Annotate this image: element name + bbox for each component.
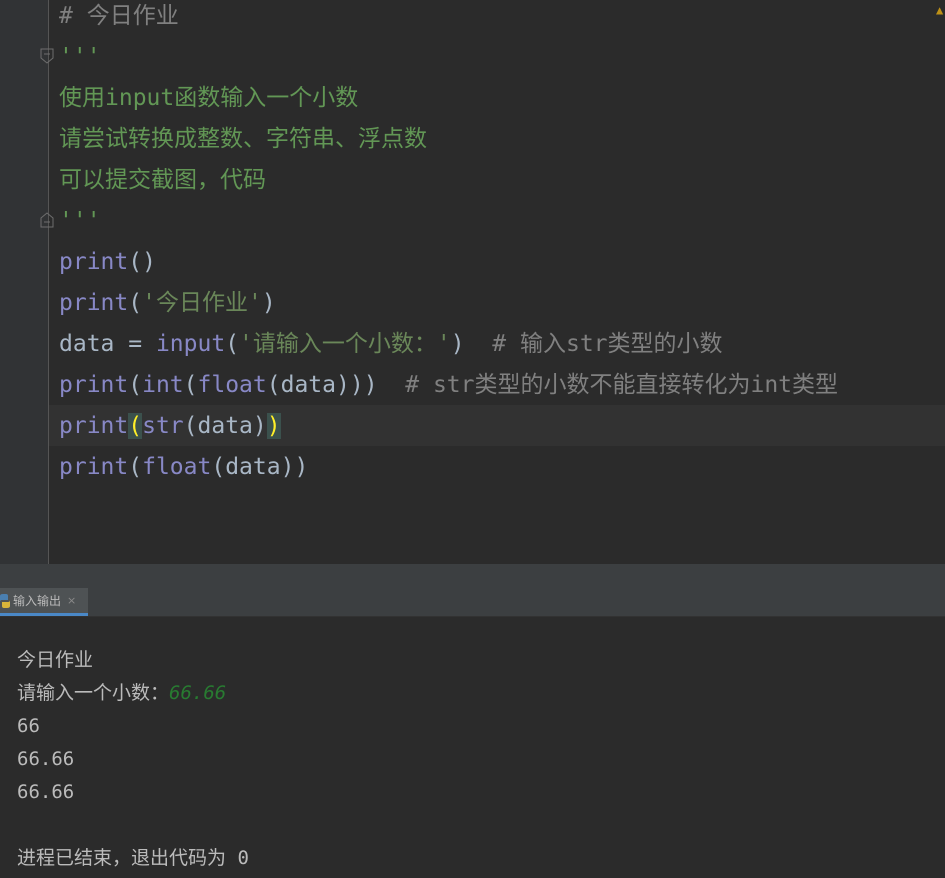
tool-window-header bbox=[0, 564, 945, 588]
code-token: ( bbox=[128, 454, 143, 480]
code-token: ( bbox=[225, 331, 240, 357]
code-line[interactable]: ''' bbox=[59, 201, 101, 242]
tab-run-output[interactable]: 输入输出 × bbox=[0, 588, 88, 616]
code-line[interactable]: ''' bbox=[59, 37, 101, 78]
code-token: data = bbox=[59, 331, 156, 357]
output-line: 66 bbox=[17, 715, 40, 737]
code-line[interactable]: print('今日作业') bbox=[59, 283, 276, 324]
code-token: ( bbox=[128, 372, 143, 398]
code-line[interactable]: print() bbox=[59, 242, 156, 283]
code-token: ''' bbox=[59, 208, 101, 234]
code-token: () bbox=[128, 249, 156, 275]
code-line[interactable]: print(float(data)) bbox=[59, 447, 308, 488]
editor-gutter bbox=[0, 0, 49, 564]
process-exit-message: 进程已结束，退出代码为 0 bbox=[17, 847, 249, 869]
code-token: input bbox=[155, 331, 226, 357]
code-line[interactable]: print(str(data)) bbox=[59, 406, 281, 447]
code-line[interactable]: # 今日作业 bbox=[59, 0, 179, 37]
output-line: 66.66 bbox=[17, 748, 75, 770]
code-editor[interactable]: ▲ # 今日作业 ''' 使用input函数输入一个小数请尝试转换成整数、字符串、浮… bbox=[0, 0, 945, 564]
code-token: (data)) bbox=[211, 454, 309, 480]
code-token: 可以提交截图，代码 bbox=[59, 167, 266, 193]
user-input-value: 66.66 bbox=[169, 682, 227, 704]
fold-collapse-icon[interactable] bbox=[40, 48, 54, 64]
code-token: ''' bbox=[59, 44, 101, 70]
code-token: float bbox=[197, 372, 267, 398]
code-token: '今日作业' bbox=[142, 290, 262, 316]
code-token: '请输入一个小数：' bbox=[239, 331, 451, 357]
code-line[interactable]: 可以提交截图，代码 bbox=[59, 160, 266, 201]
output-line: 今日作业 bbox=[17, 649, 94, 671]
code-token: print bbox=[59, 413, 129, 439]
console-output[interactable]: 今日作业 请输入一个小数：66.66 66 66.66 66.66 进程已结束，… bbox=[0, 617, 945, 878]
code-token: print bbox=[59, 249, 129, 275]
run-tab-bar: 输入输出 × bbox=[0, 588, 945, 617]
tab-label: 输入输出 bbox=[13, 594, 62, 608]
code-token: ( bbox=[128, 290, 143, 316]
code-token: ( bbox=[183, 372, 198, 398]
code-token: ) bbox=[261, 290, 276, 316]
code-token: # 今日作业 bbox=[59, 3, 179, 29]
code-token: float bbox=[142, 454, 212, 480]
code-token: # str类型的小数不能直接转化为int类型 bbox=[405, 372, 839, 398]
input-prompt: 请输入一个小数： bbox=[17, 682, 170, 704]
output-line: 66.66 bbox=[17, 781, 75, 803]
code-token: (data) bbox=[183, 413, 267, 439]
code-token: str bbox=[142, 413, 184, 439]
code-token: ) bbox=[266, 413, 281, 439]
code-token: # 输入str类型的小数 bbox=[492, 331, 723, 357]
python-icon bbox=[0, 593, 10, 608]
tab-close-icon[interactable]: × bbox=[67, 594, 76, 607]
fold-end-icon[interactable] bbox=[40, 212, 54, 228]
code-token: print bbox=[59, 372, 129, 398]
code-token: (data))) bbox=[266, 372, 406, 398]
code-token: print bbox=[59, 290, 129, 316]
code-line[interactable]: data = input('请输入一个小数：') # 输入str类型的小数 bbox=[59, 324, 723, 365]
code-token: ( bbox=[128, 413, 143, 439]
code-line[interactable]: 请尝试转换成整数、字符串、浮点数 bbox=[59, 119, 427, 160]
code-line[interactable]: 使用input函数输入一个小数 bbox=[59, 78, 358, 119]
code-token: ) bbox=[450, 331, 493, 357]
code-token: 使用input函数输入一个小数 bbox=[59, 85, 359, 111]
code-token: int bbox=[142, 372, 184, 398]
code-line[interactable]: print(int(float(data))) # str类型的小数不能直接转化… bbox=[59, 365, 838, 406]
warning-indicator-icon[interactable]: ▲ bbox=[936, 4, 945, 16]
output-prompt-line: 请输入一个小数：66.66 bbox=[17, 677, 226, 710]
code-token: 请尝试转换成整数、字符串、浮点数 bbox=[59, 126, 427, 152]
code-token: print bbox=[59, 454, 129, 480]
